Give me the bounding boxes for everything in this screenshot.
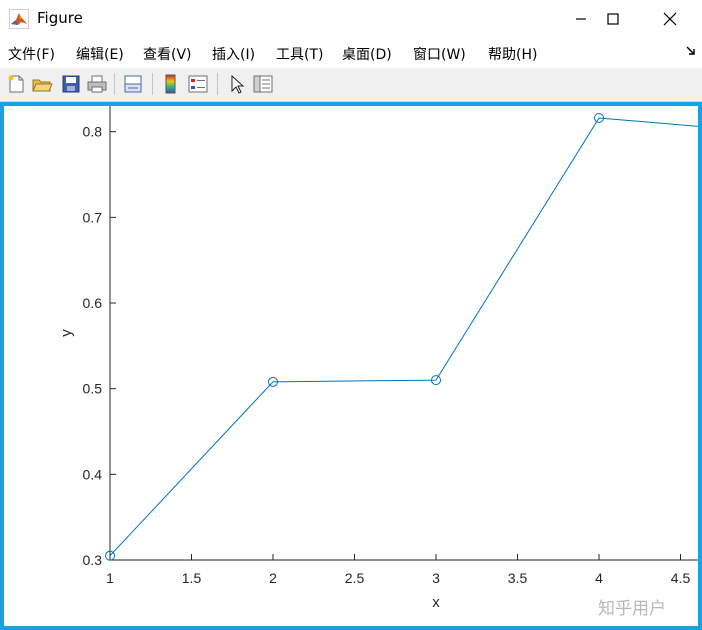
x-tick-label: 4 (595, 570, 603, 586)
x-tick-label: 1 (106, 570, 114, 586)
watermark: 知乎用户 (598, 599, 666, 619)
y-tick-label: 0.8 (83, 124, 103, 140)
x-tick-label: 4.5 (671, 570, 691, 586)
x-tick-label: 3 (432, 570, 440, 586)
line-plot: 0.3 0.4 0.5 0.6 0.7 0.8 1 1.5 2 2.5 3 3.5 4 4.5 x y (58, 106, 698, 611)
y-tick-label: 0.4 (83, 466, 103, 482)
x-tick-label: 2 (269, 570, 277, 586)
x-tick-label: 3.5 (508, 570, 528, 586)
x-tick-label: 2.5 (345, 570, 365, 586)
y-tick-label: 0.5 (83, 381, 103, 397)
series-line (109, 117, 698, 557)
x-tick-label: 1.5 (182, 570, 202, 586)
y-tick-label: 0.7 (83, 209, 103, 225)
x-axis-label: x (432, 594, 440, 611)
y-tick-label: 0.3 (83, 552, 103, 568)
y-axis-label: y (58, 329, 75, 337)
y-tick-label: 0.6 (83, 295, 103, 311)
